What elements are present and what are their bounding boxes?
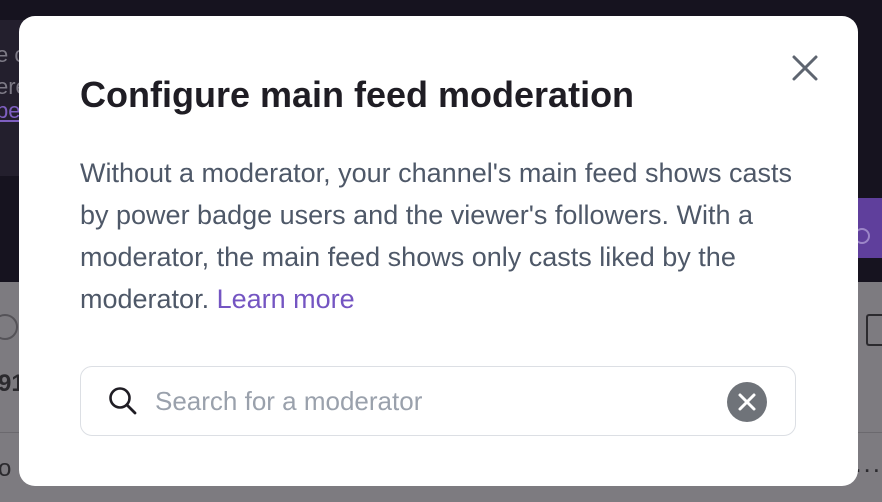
- description-text: Without a moderator, your channel's main…: [80, 158, 793, 314]
- background-link: be: [0, 98, 21, 123]
- background-text: o: [0, 455, 12, 482]
- moderator-search[interactable]: [80, 366, 796, 436]
- search-icon: [109, 387, 137, 415]
- share-icon: [866, 314, 882, 346]
- clear-icon: [738, 393, 756, 411]
- learn-more-link[interactable]: Learn more: [217, 284, 355, 314]
- close-icon: [792, 55, 818, 81]
- close-button[interactable]: [789, 52, 821, 84]
- background-more-icon: ...: [854, 448, 882, 478]
- modal-title: Configure main feed moderation: [80, 74, 635, 115]
- modal-description: Without a moderator, your channel's main…: [80, 152, 810, 320]
- moderation-modal: Configure main feed moderation Without a…: [19, 16, 858, 486]
- screen: e c ere be 91 o ... Configure main feed …: [0, 0, 882, 502]
- search-input[interactable]: [155, 377, 715, 425]
- clear-search-button[interactable]: [727, 382, 767, 422]
